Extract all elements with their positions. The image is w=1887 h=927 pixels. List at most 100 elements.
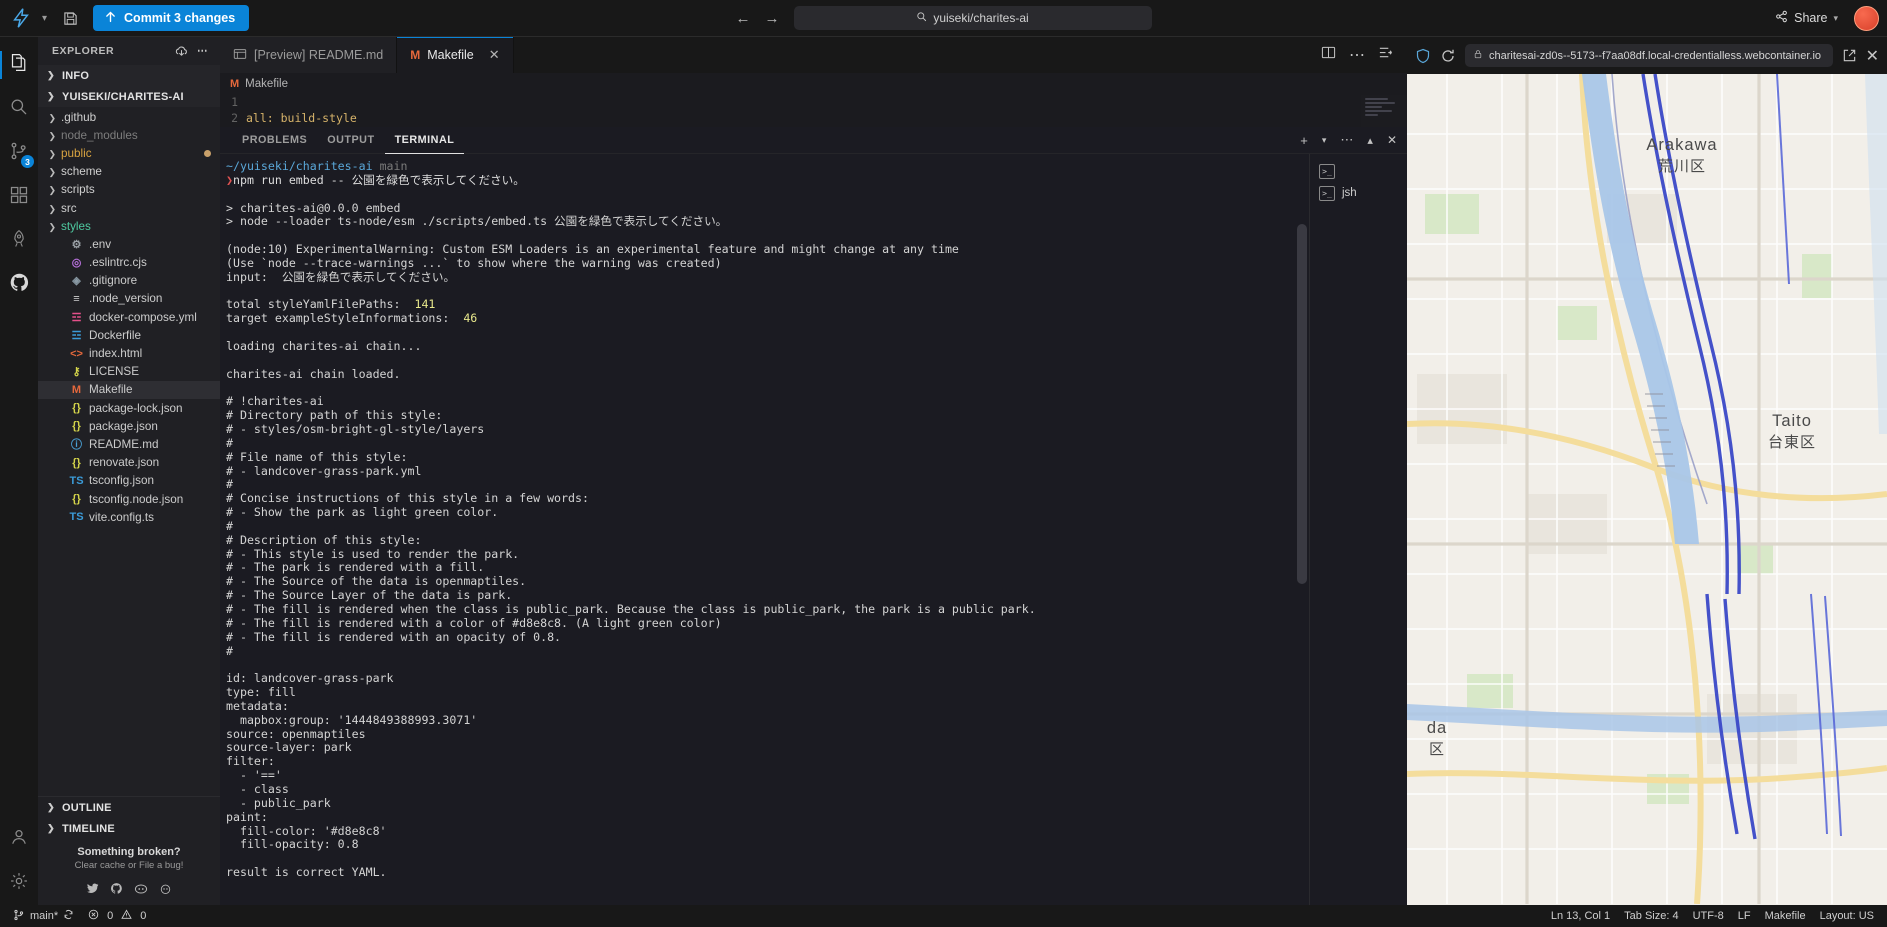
terminal-list-item[interactable]: >_ bbox=[1316, 160, 1407, 182]
commit-button[interactable]: Commit 3 changes bbox=[93, 5, 250, 31]
tab-problems[interactable]: PROBLEMS bbox=[232, 127, 317, 154]
account-icon bbox=[9, 827, 29, 852]
preview-url-bar[interactable]: charitesai-zd0s--5173--f7aa08df.local-cr… bbox=[1465, 44, 1833, 67]
file-tree-item[interactable]: <> index.html bbox=[38, 344, 220, 362]
status-diagnostics[interactable]: 0 0 bbox=[81, 905, 153, 927]
user-avatar[interactable] bbox=[1854, 5, 1879, 31]
file-tree-item[interactable]: {} renovate.json bbox=[38, 454, 220, 472]
chevron-up-icon[interactable]: ▴ bbox=[1367, 134, 1373, 147]
cloud-download-icon[interactable] bbox=[170, 44, 193, 59]
file-tree-item[interactable]: ❯ node_modules bbox=[38, 126, 220, 144]
chevron-right-icon: ❯ bbox=[48, 112, 56, 123]
terminal-dropdown-icon[interactable]: ▾ bbox=[1322, 135, 1327, 146]
add-terminal-icon[interactable]: + bbox=[1300, 133, 1308, 148]
file-tree-item[interactable]: ◎ .eslintrc.cjs bbox=[38, 254, 220, 272]
arrow-right-icon[interactable]: → bbox=[765, 10, 780, 27]
terminal-line: # bbox=[226, 477, 233, 492]
status-cursor-position[interactable]: Ln 13, Col 1 bbox=[1544, 905, 1617, 927]
file-tree-item[interactable]: ❯ scripts bbox=[38, 181, 220, 199]
save-disk-icon[interactable] bbox=[55, 5, 85, 31]
explorer-section-timeline[interactable]: ❯ TIMELINE bbox=[38, 818, 220, 839]
tree-indent: ❯ bbox=[38, 220, 56, 233]
reddit-icon[interactable] bbox=[159, 882, 172, 899]
file-tree-item[interactable]: {} tsconfig.node.json bbox=[38, 490, 220, 508]
terminal[interactable]: ~/yuiseki/charites-ai main ❯npm run embed… bbox=[220, 154, 1309, 905]
terminal-scrollbar[interactable] bbox=[1297, 224, 1307, 584]
file-tree-item[interactable]: M Makefile bbox=[38, 380, 220, 399]
tab-makefile[interactable]: M Makefile ✕ bbox=[397, 37, 514, 73]
status-language[interactable]: Makefile bbox=[1758, 905, 1813, 927]
tab-preview-readme[interactable]: [Preview] README.md bbox=[220, 37, 398, 73]
activitybar-item-settings[interactable] bbox=[0, 861, 38, 905]
open-external-icon[interactable] bbox=[1842, 48, 1857, 63]
file-tree-item[interactable]: TS vite.config.ts bbox=[38, 508, 220, 526]
explorer-section-project[interactable]: ❯ YUISEKI/CHARITES-AI bbox=[38, 86, 220, 107]
github-icon[interactable] bbox=[110, 882, 123, 899]
file-tree-item[interactable]: ❯ public bbox=[38, 144, 220, 162]
map-canvas[interactable]: Arakawa 荒川区 Taito 台東区 da 区 bbox=[1407, 74, 1887, 905]
activitybar-item-account[interactable] bbox=[0, 817, 38, 861]
ellipsis-icon[interactable]: ⋯ bbox=[1340, 132, 1353, 148]
ellipsis-icon[interactable]: ⋯ bbox=[193, 45, 212, 57]
file-tree-item[interactable]: ❯ src bbox=[38, 199, 220, 217]
close-icon[interactable]: ✕ bbox=[1387, 133, 1397, 147]
arrow-left-icon[interactable]: ← bbox=[736, 10, 751, 27]
shield-icon[interactable] bbox=[1415, 48, 1431, 64]
code-preview[interactable]: 1 2 all: build-style bbox=[220, 95, 1407, 127]
activitybar-item-source-control[interactable]: 3 bbox=[0, 131, 38, 175]
file-tree-item[interactable]: {} package.json bbox=[38, 417, 220, 435]
lock-icon bbox=[1473, 49, 1483, 62]
explorer-section-info[interactable]: ❯ INFO bbox=[38, 65, 220, 86]
file-tree-item[interactable]: ❯ scheme bbox=[38, 163, 220, 181]
share-button[interactable]: Share ▾ bbox=[1769, 7, 1844, 29]
editor-area: M Makefile 1 2 all: build-style PROBLEMS… bbox=[220, 73, 1407, 905]
status-branch[interactable]: main* bbox=[6, 905, 81, 927]
activitybar-item-extensions[interactable] bbox=[0, 175, 38, 219]
activitybar-item-explorer[interactable] bbox=[0, 43, 38, 87]
close-icon[interactable]: ✕ bbox=[489, 47, 500, 63]
preview-toolbar: charitesai-zd0s--5173--f7aa08df.local-cr… bbox=[1407, 37, 1887, 74]
file-tree-item[interactable]: TS tsconfig.json bbox=[38, 472, 220, 490]
tab-output[interactable]: OUTPUT bbox=[317, 127, 384, 154]
file-tree-item[interactable]: ⚙ .env bbox=[38, 235, 220, 253]
file-tree-item[interactable]: {} package-lock.json bbox=[38, 399, 220, 417]
reload-icon[interactable] bbox=[1440, 48, 1456, 64]
activitybar-item-github[interactable] bbox=[0, 263, 38, 307]
tab-terminal[interactable]: TERMINAL bbox=[384, 127, 465, 154]
close-icon[interactable]: ✕ bbox=[1866, 46, 1879, 66]
file-tree-item-label: package.json bbox=[89, 419, 158, 433]
activitybar-item-deploy[interactable] bbox=[0, 219, 38, 263]
file-tree-item[interactable]: ❯ .github bbox=[38, 108, 220, 126]
status-eol[interactable]: LF bbox=[1731, 905, 1758, 927]
status-tab-size[interactable]: Tab Size: 4 bbox=[1617, 905, 1685, 927]
ellipsis-icon[interactable]: ⋯ bbox=[1349, 45, 1365, 65]
file-tree-item-label: .env bbox=[89, 237, 112, 251]
error-icon bbox=[88, 909, 99, 923]
status-encoding[interactable]: UTF-8 bbox=[1686, 905, 1731, 927]
bolt-icon[interactable] bbox=[8, 5, 34, 31]
file-tree-item[interactable]: ◈ .gitignore bbox=[38, 272, 220, 290]
minimap[interactable] bbox=[1361, 95, 1407, 127]
chevron-down-icon[interactable]: ▾ bbox=[36, 13, 53, 24]
broken-notice-subtitle[interactable]: Clear cache or File a bug! bbox=[42, 860, 216, 871]
status-layout[interactable]: Layout: US bbox=[1813, 905, 1881, 927]
terminal-list-item[interactable]: >_ jsh bbox=[1316, 182, 1407, 204]
file-tree[interactable]: ❯ .github ❯ node_modules ❯ public ❯ scheme ❯ scri… bbox=[38, 107, 220, 796]
file-tree-item[interactable]: ❯ styles bbox=[38, 217, 220, 235]
file-tree-item[interactable]: ☲ Dockerfile bbox=[38, 326, 220, 344]
twitter-icon[interactable] bbox=[86, 882, 99, 899]
url-bar[interactable]: yuiseki/charites-ai bbox=[793, 6, 1152, 30]
explorer-section-outline[interactable]: ❯ OUTLINE bbox=[38, 797, 220, 818]
terminal-line: > node --loader ts-node/esm ./scripts/em… bbox=[226, 214, 728, 229]
file-tree-item[interactable]: ☲ docker-compose.yml bbox=[38, 308, 220, 326]
file-tree-item[interactable]: ≡ .node_version bbox=[38, 290, 220, 308]
file-tree-item[interactable]: ⓘ README.md bbox=[38, 435, 220, 453]
activitybar-item-search[interactable] bbox=[0, 87, 38, 131]
breadcrumb[interactable]: M Makefile bbox=[220, 73, 1407, 95]
file-tree-item[interactable]: ⚷ LICENSE bbox=[38, 363, 220, 381]
discord-icon[interactable] bbox=[134, 882, 148, 899]
split-editor-icon[interactable] bbox=[1321, 45, 1336, 65]
terminal-line: mapbox:group: '1444849388993.3071' bbox=[226, 712, 478, 727]
close-panel-icon[interactable] bbox=[1378, 45, 1393, 65]
terminal-kv-line: target exampleStyleInformations: 46 bbox=[226, 311, 1309, 326]
